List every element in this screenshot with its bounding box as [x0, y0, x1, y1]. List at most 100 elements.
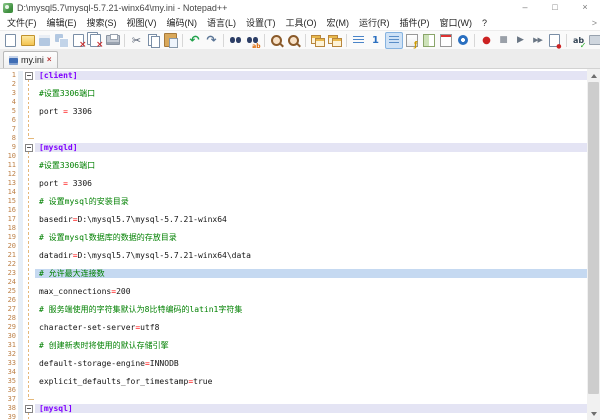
editor-line[interactable]: 17basedir=D:\mysql5.7\mysql-5.7.21-winx6… [0, 215, 587, 224]
menu-item-p[interactable]: 插件(P) [395, 16, 435, 30]
editor-line[interactable]: 35explicit_defaults_for_timestamp=true [0, 377, 587, 386]
replace-icon[interactable] [245, 33, 261, 48]
minimize-button[interactable]: – [510, 0, 540, 15]
editor-line[interactable]: 11#设置3306端口 [0, 161, 587, 170]
editor-line[interactable]: 39 [0, 413, 587, 420]
editor-line[interactable]: 18 [0, 224, 587, 233]
editor-line[interactable]: 15# 设置mysql的安装目录 [0, 197, 587, 206]
editor-line[interactable]: 32 [0, 350, 587, 359]
print-icon[interactable] [105, 33, 121, 48]
function-list-icon[interactable] [404, 33, 420, 48]
menu-item-f[interactable]: 文件(F) [2, 16, 42, 30]
editor-line[interactable]: 2 [0, 80, 587, 89]
menu-item-m[interactable]: 宏(M) [322, 16, 355, 30]
editor-line[interactable]: 8 [0, 134, 587, 143]
maximize-button[interactable]: □ [540, 0, 570, 15]
editor-line[interactable]: 7 [0, 125, 587, 134]
close-all-icon[interactable] [88, 33, 104, 48]
editor-line[interactable]: 10 [0, 152, 587, 161]
editor-line[interactable]: 4 [0, 98, 587, 107]
editor-line[interactable]: 14 [0, 188, 587, 197]
fold-collapse-icon[interactable] [23, 71, 35, 80]
editor-line[interactable]: 25max_connections=200 [0, 287, 587, 296]
document-list-icon[interactable] [438, 33, 454, 48]
menu-item-r[interactable]: 运行(R) [354, 16, 395, 30]
menu-item-l[interactable]: 语言(L) [202, 16, 241, 30]
redo-icon[interactable] [204, 33, 220, 48]
menu-item-v[interactable]: 视图(V) [122, 16, 162, 30]
scroll-up-icon[interactable] [587, 69, 600, 82]
line-number: 33 [0, 359, 18, 368]
title-bar: D:\mysql5.7\mysql-5.7.21-winx64\my.ini -… [0, 0, 600, 15]
paste-icon[interactable] [163, 33, 179, 48]
editor-line[interactable]: 29character-set-server=utf8 [0, 323, 587, 332]
editor-line[interactable]: 26 [0, 296, 587, 305]
menu-item-o[interactable]: 工具(O) [281, 16, 322, 30]
editor-line[interactable]: 31# 创建新表时将使用的默认存储引擎 [0, 341, 587, 350]
zoom-out-icon[interactable] [286, 33, 302, 48]
sync-horizontal-scroll-icon[interactable] [327, 33, 343, 48]
document-map-icon[interactable] [421, 33, 437, 48]
monitoring-icon[interactable] [455, 33, 471, 48]
close-file-icon[interactable] [71, 33, 87, 48]
editor[interactable]: 1[client]23#设置3306端口45port = 33066789[my… [0, 69, 600, 420]
editor-line[interactable]: 38[mysql] [0, 404, 587, 413]
fold-collapse-icon[interactable] [23, 143, 35, 152]
tab-close-icon[interactable]: × [47, 56, 52, 64]
save-file-icon[interactable] [37, 33, 53, 48]
scrollbar-thumb[interactable] [588, 82, 599, 394]
open-file-icon[interactable] [20, 33, 36, 48]
vertical-scrollbar[interactable] [587, 69, 600, 420]
editor-line[interactable]: 3#设置3306端口 [0, 89, 587, 98]
save-all-icon[interactable] [54, 33, 70, 48]
editor-line[interactable]: 5port = 3306 [0, 107, 587, 116]
editor-line[interactable]: 16 [0, 206, 587, 215]
zoom-in-icon[interactable] [269, 33, 285, 48]
plugin-icon[interactable] [588, 33, 600, 48]
editor-line[interactable]: 20 [0, 242, 587, 251]
find-icon[interactable] [228, 33, 244, 48]
editor-line[interactable]: 19# 设置mysql数据库的数据的存放目录 [0, 233, 587, 242]
editor-line[interactable]: 13port = 3306 [0, 179, 587, 188]
new-file-icon[interactable] [3, 33, 19, 48]
editor-line[interactable]: 23# 允许最大连接数 [0, 269, 587, 278]
editor-line[interactable]: 36 [0, 386, 587, 395]
cut-icon[interactable] [129, 33, 145, 48]
menu-item-w[interactable]: 窗口(W) [435, 16, 478, 30]
editor-line[interactable]: 37 [0, 395, 587, 404]
menu-item-t[interactable]: 设置(T) [241, 16, 281, 30]
copy-icon[interactable] [146, 33, 162, 48]
menu-item-n[interactable]: 编码(N) [162, 16, 203, 30]
record-macro-icon[interactable] [479, 33, 495, 48]
undo-icon[interactable] [187, 33, 203, 48]
save-macro-icon[interactable] [547, 33, 563, 48]
word-wrap-icon[interactable] [351, 33, 367, 48]
editor-line[interactable]: 34 [0, 368, 587, 377]
spell-check-icon[interactable] [571, 33, 587, 48]
editor-line[interactable]: 1[client] [0, 71, 587, 80]
menu-item-help[interactable]: ? [477, 16, 492, 30]
editor-line[interactable]: 27# 服务端使用的字符集默认为8比特编码的latin1字符集 [0, 305, 587, 314]
view-1-icon[interactable] [368, 33, 384, 48]
fold-collapse-icon[interactable] [23, 404, 35, 413]
editor-line[interactable]: 30 [0, 332, 587, 341]
editor-line[interactable]: 24 [0, 278, 587, 287]
editor-line[interactable]: 22 [0, 260, 587, 269]
menu-item-s[interactable]: 搜索(S) [82, 16, 122, 30]
play-macro-icon[interactable] [513, 33, 529, 48]
stop-macro-icon[interactable] [496, 33, 512, 48]
tab-my-ini[interactable]: my.ini × [3, 51, 58, 68]
editor-line[interactable]: 6 [0, 116, 587, 125]
editor-line[interactable]: 33default-storage-engine=INNODB [0, 359, 587, 368]
editor-line[interactable]: 21datadir=D:\mysql5.7\mysql-5.7.21-winx6… [0, 251, 587, 260]
editor-line[interactable]: 12 [0, 170, 587, 179]
sync-vertical-scroll-icon[interactable] [310, 33, 326, 48]
indent-guide-icon[interactable] [385, 32, 403, 49]
menu-overflow-chevron-icon[interactable]: > [592, 18, 597, 28]
editor-line[interactable]: 9[mysqld] [0, 143, 587, 152]
scroll-down-icon[interactable] [587, 407, 600, 420]
menu-item-e[interactable]: 编辑(E) [42, 16, 82, 30]
close-button[interactable]: × [570, 0, 600, 15]
run-macro-multiple-icon[interactable] [530, 33, 546, 48]
editor-line[interactable]: 28 [0, 314, 587, 323]
